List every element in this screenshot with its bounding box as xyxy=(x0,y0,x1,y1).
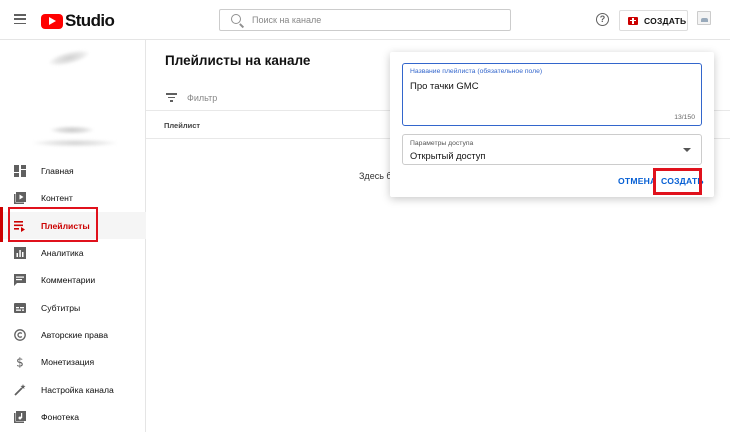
sidebar-item-analytics[interactable]: Аналитика xyxy=(0,239,146,266)
analytics-icon xyxy=(14,246,26,259)
sidebar-item-label: Контент xyxy=(41,192,73,203)
page-title: Плейлисты на канале xyxy=(165,53,311,68)
sidebar-item-label: Монетизация xyxy=(41,356,95,367)
filter-icon xyxy=(166,93,177,102)
sidebar-item-monetization[interactable]: $ Монетизация xyxy=(0,348,146,375)
sidebar-item-audio-library[interactable]: Фонотека xyxy=(0,403,146,430)
sidebar-item-copyright[interactable]: Авторские права xyxy=(0,321,146,348)
sidebar-item-subtitles[interactable]: Субтитры xyxy=(0,294,146,321)
highlight-frame-playlists xyxy=(8,207,98,242)
sidebar-item-dashboard[interactable]: Главная xyxy=(0,157,146,184)
magic-wand-icon xyxy=(14,383,26,396)
filter-input[interactable]: Фильтр xyxy=(187,93,217,103)
column-header-playlist[interactable]: Плейлист xyxy=(164,121,200,130)
sidebar: Главная Контент Плейлисты Аналитика Комм… xyxy=(0,40,146,432)
empty-state-text: Здесь б xyxy=(359,171,392,181)
youtube-play-icon xyxy=(41,13,63,29)
sidebar-item-comments[interactable]: Комментарии xyxy=(0,266,146,293)
avatar[interactable] xyxy=(697,11,711,25)
sidebar-item-label: Комментарии xyxy=(41,274,96,285)
highlight-frame-create xyxy=(653,168,702,195)
video-library-icon xyxy=(14,191,26,204)
blurred-channel-subtitle xyxy=(32,139,118,147)
visibility-caption: Параметры доступа xyxy=(410,140,474,147)
visibility-select[interactable]: Параметры доступа Открытый доступ xyxy=(402,134,702,165)
dashboard-icon xyxy=(14,164,26,177)
active-indicator xyxy=(0,207,3,242)
search-input[interactable] xyxy=(252,12,502,28)
studio-logo[interactable]: Studio xyxy=(41,11,115,31)
cancel-button[interactable]: ОТМЕНА xyxy=(618,176,656,186)
playlist-name-caption: Название плейлиста (обязательное поле) xyxy=(410,68,543,75)
create-button[interactable]: СОЗДАТЬ xyxy=(619,10,688,31)
create-button-label: СОЗДАТЬ xyxy=(644,15,687,26)
search-box[interactable] xyxy=(219,9,511,31)
playlist-name-field[interactable]: Название плейлиста (обязательное поле) П… xyxy=(402,63,702,126)
copyright-icon xyxy=(14,328,26,341)
sidebar-item-label: Аналитика xyxy=(41,247,84,258)
sidebar-item-label: Фонотека xyxy=(41,411,79,422)
blurred-channel-name xyxy=(50,126,94,134)
search-icon xyxy=(231,14,241,24)
chevron-down-icon xyxy=(683,148,691,152)
sidebar-item-label: Настройка канала xyxy=(41,384,114,395)
help-icon[interactable]: ? xyxy=(596,13,609,26)
dollar-icon: $ xyxy=(14,356,26,368)
comments-icon xyxy=(14,273,26,286)
menu-icon[interactable] xyxy=(14,14,26,25)
subtitles-icon xyxy=(14,302,26,314)
top-bar: Studio ? СОЗДАТЬ xyxy=(0,0,730,40)
character-counter: 13/150 xyxy=(674,114,695,121)
logo-text: Studio xyxy=(65,11,115,30)
sidebar-item-label: Субтитры xyxy=(41,302,81,313)
blurred-channel-avatar xyxy=(47,47,91,69)
video-camera-plus-icon xyxy=(628,16,638,25)
sidebar-item-label: Авторские права xyxy=(41,329,108,340)
visibility-value: Открытый доступ xyxy=(410,151,486,161)
playlist-name-value[interactable]: Про тачки GMC xyxy=(410,81,479,92)
svg-text:$: $ xyxy=(16,356,24,368)
sidebar-item-customization[interactable]: Настройка канала xyxy=(0,376,146,403)
audio-library-icon xyxy=(14,410,26,423)
sidebar-item-label: Главная xyxy=(41,165,74,176)
